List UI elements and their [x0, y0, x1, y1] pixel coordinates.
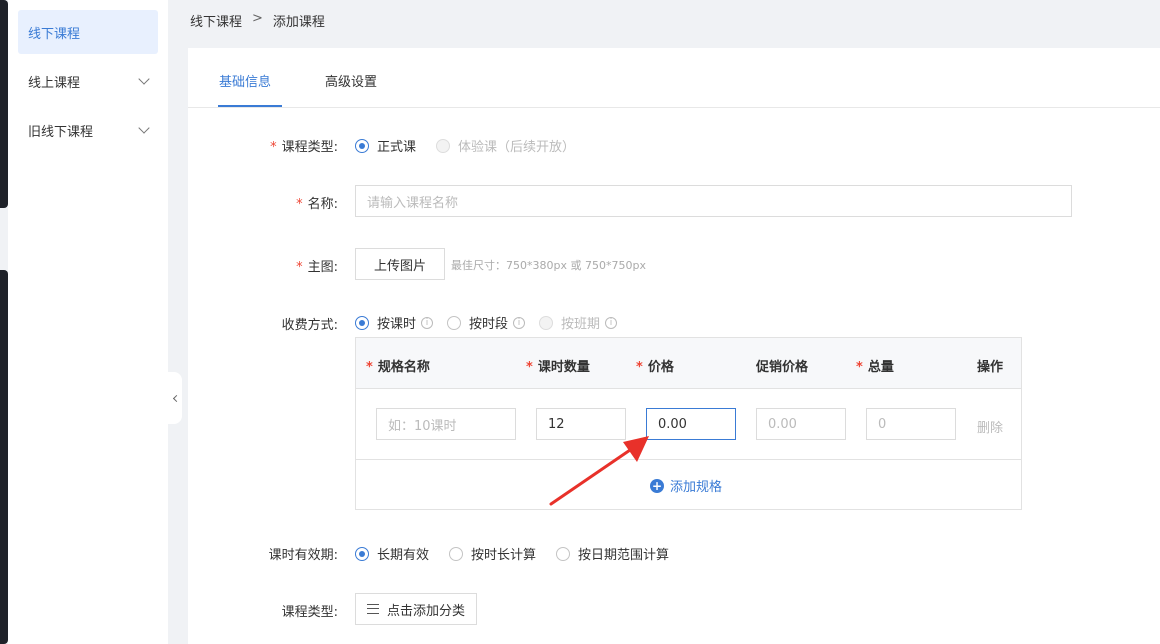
sidebar-item-online-courses[interactable]: 线上课程 [18, 59, 158, 103]
sidebar-item-label: 线上课程 [28, 75, 81, 91]
spec-table-header: * 规格名称 * 课时数量 * 价格 促销价格 * 总量 操作 [356, 338, 1021, 389]
window-edge-strip [0, 0, 8, 208]
table-row: 如：10课时 12 0.00 0.00 0 删除 [356, 390, 1021, 460]
tab-active-indicator [218, 105, 282, 107]
add-category-button[interactable]: 点击添加分类 [355, 593, 477, 625]
sidebar-item-old-offline-courses[interactable]: 旧线下课程 [18, 108, 158, 152]
sidebar-item-label: 线下课程 [28, 26, 81, 42]
tab-advanced-settings[interactable]: 高级设置 [325, 71, 377, 90]
list-icon [366, 604, 379, 614]
tab-basic-info[interactable]: 基础信息 [219, 71, 271, 90]
radio-per-class-term [539, 315, 554, 330]
add-spec-button[interactable]: + 添加规格 [650, 476, 722, 495]
breadcrumb-parent[interactable]: 线下课程 [190, 11, 242, 30]
required-mark: * [296, 197, 303, 212]
radio-long-term[interactable] [355, 546, 369, 561]
sidebar-item-label: 旧线下课程 [28, 124, 94, 140]
radio-trial-course [436, 138, 451, 153]
column-header: * 课时数量 [526, 360, 590, 375]
required-mark: * [296, 260, 303, 275]
spec-name-input[interactable]: 如：10课时 [376, 408, 516, 440]
arrow-head [623, 436, 649, 462]
delete-spec-button[interactable]: 删除 [977, 417, 1003, 436]
annotation-arrow-icon [549, 436, 649, 506]
info-icon[interactable]: i [421, 316, 434, 329]
column-header: * 总量 [856, 360, 894, 375]
upload-image-button[interactable]: 上传图片 [355, 248, 445, 280]
radio-label: 正式课 [377, 140, 417, 155]
radio-label: 按时长计算 [471, 548, 537, 563]
radio-formal-course[interactable] [355, 138, 369, 153]
sidebar-collapse-handle[interactable] [168, 372, 182, 424]
course-type-label: * 课程类型: [270, 140, 338, 155]
add-spec-label: 添加规格 [670, 480, 723, 495]
course-type-radio-group: 正式课 体验课（后续开放） [355, 136, 595, 155]
category-label: 课程类型: [281, 605, 338, 620]
arrow-shaft [549, 446, 635, 506]
column-header: 促销价格 [756, 360, 809, 375]
chevron-down-icon [138, 122, 150, 134]
course-name-input[interactable]: 请输入课程名称 [355, 185, 1072, 217]
required-mark: * [270, 140, 277, 155]
radio-label: 按时段 [469, 317, 509, 332]
promo-price-input[interactable]: 0.00 [756, 408, 846, 440]
validity-label: 课时有效期: [268, 548, 338, 563]
name-label: * 名称: [296, 197, 338, 212]
main-image-label: * 主图: [296, 260, 338, 275]
validity-radio-group: 长期有效 按时长计算 按日期范围计算 [355, 544, 689, 563]
radio-per-lesson[interactable] [355, 315, 369, 330]
radio-by-date-range[interactable] [556, 546, 571, 561]
radio-label: 按课时 [377, 317, 417, 332]
radio-label: 体验课（后续开放） [458, 140, 576, 155]
charge-mode-label: 收费方式: [281, 318, 338, 333]
form-card: 基础信息 高级设置 * 课程类型: 正式课 体验课（后续开放） * 名称: 请输入课… [188, 48, 1160, 644]
column-header: 操作 [977, 360, 1004, 375]
radio-label: 按日期范围计算 [578, 548, 670, 563]
chevron-down-icon [138, 73, 150, 85]
info-icon[interactable]: i [605, 316, 618, 329]
spec-table: * 规格名称 * 课时数量 * 价格 促销价格 * 总量 操作 如：10课时 12 0.… [355, 337, 1022, 510]
chevron-left-icon [172, 394, 180, 402]
radio-per-period[interactable] [447, 315, 462, 330]
radio-label: 长期有效 [377, 548, 430, 563]
tab-bar: 基础信息 高级设置 [188, 48, 1160, 108]
breadcrumb-separator: > [252, 11, 263, 26]
radio-label: 按班期 [561, 317, 601, 332]
charge-mode-radio-group: 按课时 i 按时段 i 按班期 i [355, 313, 631, 332]
breadcrumb-current: 添加课程 [272, 15, 325, 30]
column-header: * 价格 [636, 360, 674, 375]
column-header: * 规格名称 [366, 360, 430, 375]
sidebar-item-offline-courses[interactable]: 线下课程 [18, 10, 158, 54]
image-size-hint: 最佳尺寸：750*380px 或 750*750px [451, 259, 646, 272]
sidebar: 线下课程 线上课程 旧线下课程 [8, 0, 168, 644]
window-edge-strip [0, 270, 8, 644]
radio-by-duration[interactable] [449, 546, 464, 561]
info-icon[interactable]: i [513, 316, 526, 329]
total-input[interactable]: 0 [866, 408, 956, 440]
price-input[interactable]: 0.00 [646, 408, 736, 440]
breadcrumb: 线下课程 > 添加课程 [190, 11, 325, 30]
add-category-label: 点击添加分类 [386, 603, 465, 619]
